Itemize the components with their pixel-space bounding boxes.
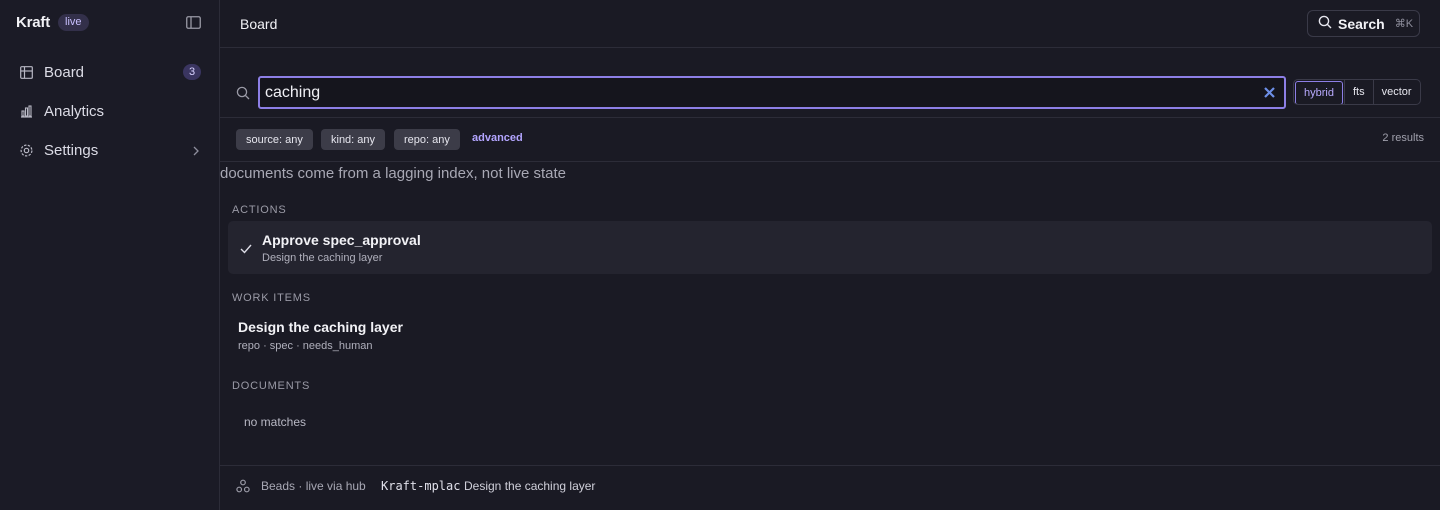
page-title: Board <box>240 16 278 32</box>
sidebar-nav: Board 3 Analytics Settings <box>8 56 212 173</box>
mode-hybrid-button[interactable]: hybrid <box>1295 81 1343 104</box>
status-footer: Beads · live via hub Kraft-mplac Design … <box>220 465 1440 510</box>
action-subtitle: Design the caching layer <box>262 252 383 264</box>
gear-icon <box>18 142 34 158</box>
footer-source: Beads · live via hub <box>261 479 366 493</box>
search-mode-toggle: hybrid fts vector <box>1293 79 1421 105</box>
main-panel: Board Search ⌘K hybrid fts vector source… <box>220 0 1440 510</box>
sidebar-item-analytics[interactable]: Analytics <box>8 95 212 127</box>
footer-item-title: Design the caching layer <box>464 479 596 493</box>
work-item-title: Design the caching layer <box>238 319 403 335</box>
documents-section-label: DOCUMENTS <box>232 380 311 392</box>
sidebar: Kraft live Board 3 Analytics Settings <box>0 0 220 510</box>
app-name: Kraft <box>16 14 51 31</box>
advanced-filters-link[interactable]: advanced <box>472 132 523 144</box>
check-icon <box>240 242 252 257</box>
sidebar-item-board[interactable]: Board 3 <box>8 56 212 88</box>
board-count-badge: 3 <box>183 64 201 80</box>
actions-section-label: ACTIONS <box>232 204 287 216</box>
search-input[interactable] <box>260 78 1284 107</box>
search-input-container <box>258 76 1286 109</box>
kind-filter-chip[interactable]: kind: any <box>321 129 386 150</box>
brand: Kraft live <box>16 14 89 31</box>
search-button[interactable]: Search ⌘K <box>1307 10 1420 37</box>
sidebar-item-label: Analytics <box>44 102 105 120</box>
clear-icon[interactable] <box>1263 86 1276 99</box>
search-icon <box>1318 15 1332 32</box>
work-item-result[interactable]: Design the caching layer repo · spec · n… <box>228 310 1432 360</box>
mode-vector-button[interactable]: vector <box>1372 80 1420 104</box>
filter-bar: source: any kind: any repo: any advanced… <box>220 118 1440 162</box>
results-count: 2 results <box>1382 132 1424 144</box>
board-icon <box>18 64 34 80</box>
search-icon <box>236 86 250 103</box>
search-button-label: Search <box>1338 15 1385 32</box>
search-shortcut: ⌘K <box>1394 18 1414 30</box>
work-items-section-label: WORK ITEMS <box>232 292 311 304</box>
live-status-badge: live <box>58 14 89 31</box>
source-filter-chip[interactable]: source: any <box>236 129 313 150</box>
beads-icon <box>236 479 250 496</box>
sidebar-item-label: Board <box>44 63 85 81</box>
chevron-right-icon <box>192 144 200 159</box>
documents-empty-state: no matches <box>244 415 307 429</box>
repo-filter-chip[interactable]: repo: any <box>394 129 460 150</box>
action-result-item[interactable]: Approve spec_approval Design the caching… <box>228 221 1432 274</box>
top-bar: Board Search ⌘K <box>220 0 1440 48</box>
search-bar: hybrid fts vector <box>220 48 1440 118</box>
analytics-icon <box>18 103 34 119</box>
work-item-meta: repo · spec · needs_human <box>238 340 373 352</box>
sidebar-toggle-icon[interactable] <box>186 16 201 29</box>
footer-item-id[interactable]: Kraft-mplac <box>381 479 460 493</box>
index-notice: documents come from a lagging index, not… <box>220 165 567 182</box>
mode-fts-button[interactable]: fts <box>1343 80 1373 104</box>
sidebar-item-settings[interactable]: Settings <box>8 134 212 166</box>
sidebar-item-label: Settings <box>44 141 99 159</box>
action-title: Approve spec_approval <box>262 232 421 248</box>
